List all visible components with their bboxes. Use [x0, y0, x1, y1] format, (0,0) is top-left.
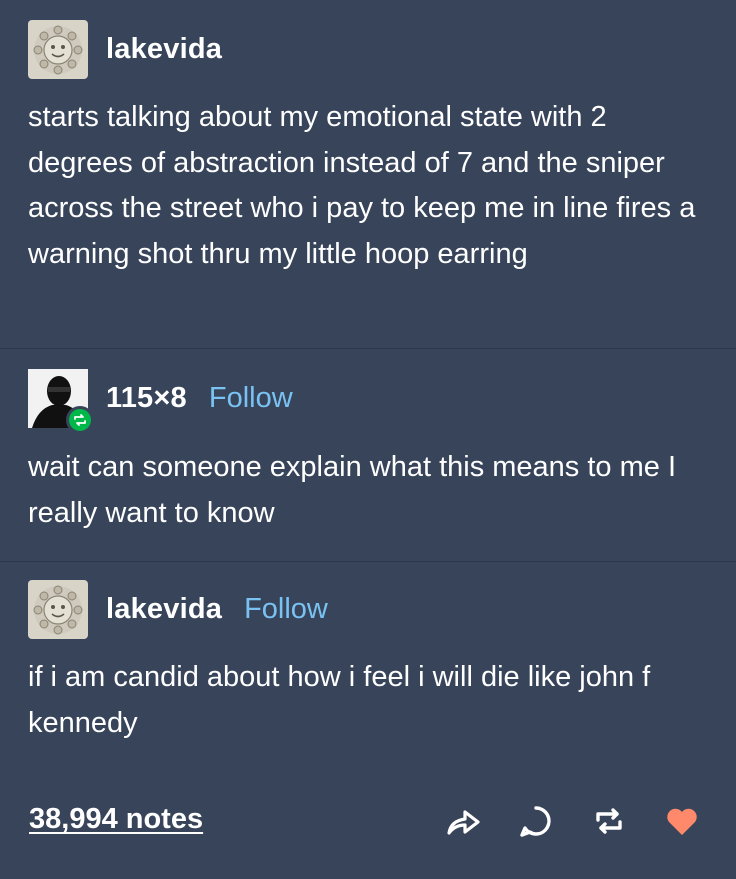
reblog-button[interactable]	[587, 799, 631, 843]
heart-icon	[667, 808, 697, 835]
tumblr-post: lakevida starts talking about my emotion…	[0, 0, 736, 879]
follow-button[interactable]: Follow	[209, 382, 293, 415]
reblog-icon	[596, 808, 622, 834]
reply-icon	[520, 806, 551, 837]
post-header: lakevida	[28, 20, 222, 79]
like-button[interactable]	[660, 799, 704, 843]
reply-button[interactable]	[514, 799, 558, 843]
post-text: if i am candid about how i feel i will d…	[28, 661, 651, 739]
post-header: 115×8 Follow	[28, 369, 293, 434]
avatar-lakevida[interactable]	[28, 20, 88, 79]
sun-face-icon	[33, 25, 83, 74]
reblog-badge	[66, 406, 94, 434]
share-icon	[447, 810, 480, 835]
post-header: lakevida Follow	[28, 580, 328, 639]
share-button[interactable]	[441, 799, 485, 843]
post-reblog-comment: 115×8 Follow wait can someone explain wh…	[0, 348, 736, 561]
sun-face-icon	[33, 585, 83, 634]
notes-count-link[interactable]: 38,994 notes	[29, 803, 203, 836]
post-footer: 38,994 notes	[0, 799, 736, 879]
follow-button[interactable]: Follow	[244, 593, 328, 626]
avatar-115x8[interactable]	[28, 369, 94, 434]
username[interactable]: lakevida	[106, 593, 222, 626]
username[interactable]: lakevida	[106, 33, 222, 66]
post-original: lakevida starts talking about my emotion…	[0, 0, 736, 348]
post-actions	[412, 799, 704, 843]
username[interactable]: 115×8	[106, 382, 187, 415]
reblog-icon	[74, 414, 86, 426]
avatar-lakevida[interactable]	[28, 580, 88, 639]
post-reblog-reply: lakevida Follow if i am candid about how…	[0, 561, 736, 799]
post-text: starts talking about my emotional state …	[28, 101, 696, 270]
post-text: wait can someone explain what this means…	[28, 451, 676, 529]
